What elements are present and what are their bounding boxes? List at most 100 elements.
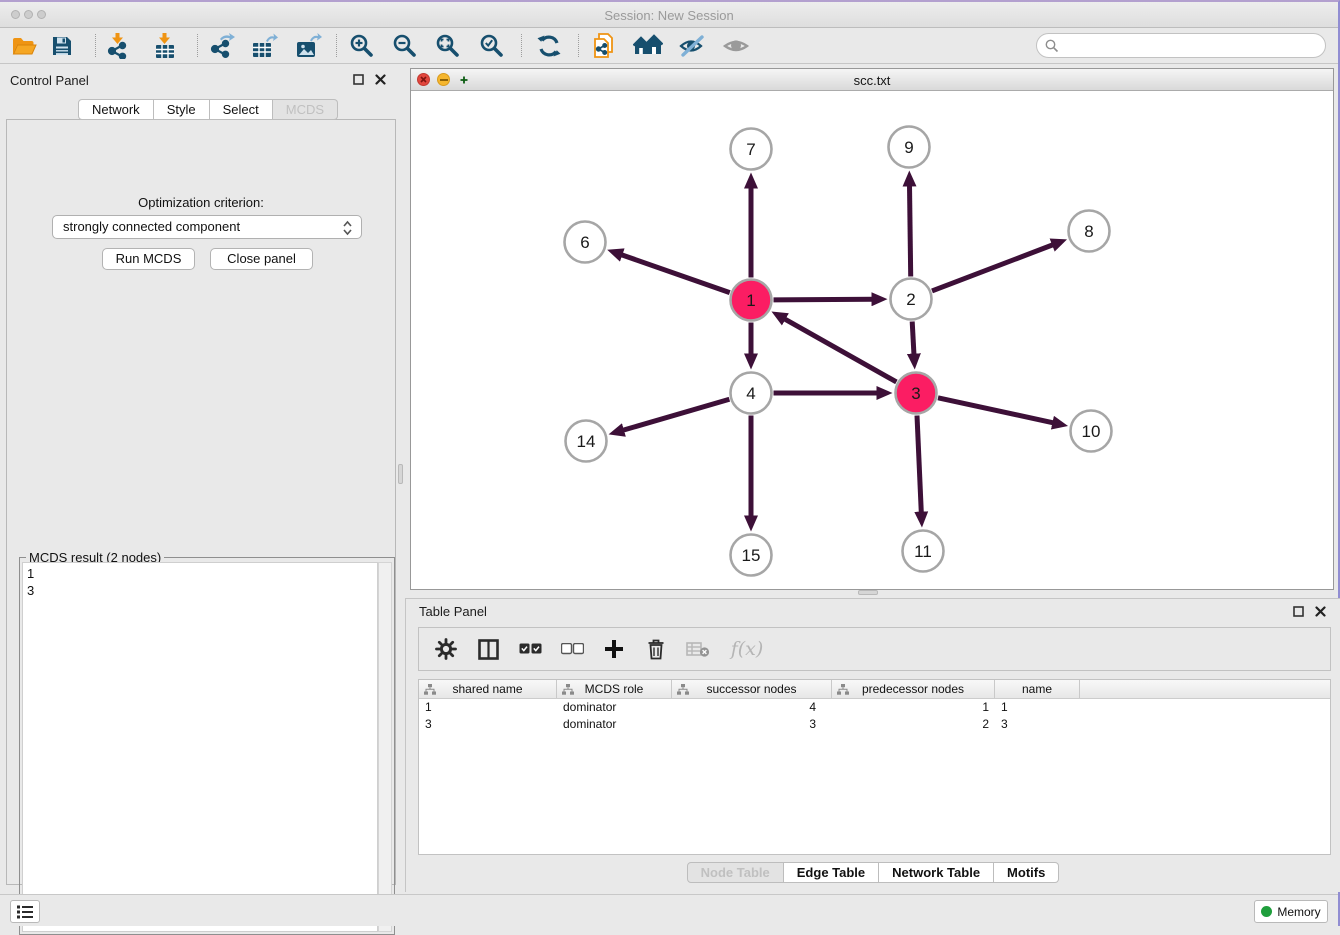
table-cell[interactable]: 3 (995, 716, 1080, 733)
mcds-result-textarea[interactable]: 1 3 (22, 562, 378, 932)
import-table-button[interactable] (147, 31, 183, 61)
mcds-result-group: MCDS result (2 nodes) 1 3 (19, 557, 395, 935)
graph-node-2[interactable]: 2 (891, 279, 932, 320)
graph-node-10[interactable]: 10 (1071, 411, 1112, 452)
edge-3-1[interactable] (784, 318, 897, 382)
table-cell[interactable]: 3 (419, 716, 557, 733)
zoom-fit-button[interactable] (430, 31, 466, 61)
save-session-button[interactable] (44, 31, 80, 61)
table-cell[interactable]: dominator (557, 716, 672, 733)
open-session-button[interactable] (6, 31, 42, 61)
edge-2-8[interactable] (932, 244, 1054, 291)
column-header-successor-nodes[interactable]: successor nodes (672, 680, 832, 698)
show-all-networks-button[interactable] (630, 31, 666, 61)
import-network-button[interactable] (100, 31, 136, 61)
table-body: 1dominator4113dominator323 (419, 699, 1330, 733)
node-label-7: 7 (746, 140, 755, 159)
zoom-in-icon (349, 33, 375, 59)
clone-network-button[interactable] (586, 31, 622, 61)
optimization-criterion-label: Optimization criterion: (7, 195, 395, 210)
edge-3-10[interactable] (938, 398, 1054, 423)
table-cell[interactable]: 2 (832, 716, 995, 733)
task-history-button[interactable] (10, 900, 40, 923)
column-header-shared-name[interactable]: shared name (419, 680, 557, 698)
checked-boxes-icon (519, 643, 542, 655)
table-settings-button[interactable] (433, 636, 459, 662)
unselect-all-columns-button[interactable] (559, 636, 585, 662)
edge-3-11[interactable] (917, 415, 921, 513)
tab-style[interactable]: Style (154, 99, 210, 120)
import-table-icon (152, 33, 178, 59)
tab-mcds[interactable]: MCDS (273, 99, 338, 120)
graph-node-14[interactable]: 14 (566, 421, 607, 462)
edge-2-3[interactable] (912, 321, 914, 355)
refresh-button[interactable] (531, 31, 567, 61)
panel-divider-grip[interactable] (398, 464, 403, 484)
show-columns-button[interactable] (475, 636, 501, 662)
table-cell[interactable]: 3 (672, 716, 832, 733)
table-cell[interactable]: 4 (672, 699, 832, 716)
tab-edge-table[interactable]: Edge Table (784, 862, 879, 883)
tab-network[interactable]: Network (78, 99, 154, 120)
table-cell[interactable]: dominator (557, 699, 672, 716)
control-panel-float-button[interactable] (350, 71, 366, 87)
graph-node-1[interactable]: 1 (731, 280, 772, 321)
memory-button[interactable]: Memory (1254, 900, 1328, 923)
zoom-out-button[interactable] (387, 31, 423, 61)
tab-motifs[interactable]: Motifs (994, 862, 1059, 883)
table-cell[interactable]: 1 (419, 699, 557, 716)
column-header-predecessor-nodes[interactable]: predecessor nodes (832, 680, 995, 698)
edge-1-2[interactable] (773, 299, 873, 300)
table-row-1[interactable]: 3dominator323 (419, 716, 1330, 733)
houses-icon (633, 34, 663, 58)
table-cell[interactable]: 1 (832, 699, 995, 716)
edge-1-6[interactable] (620, 254, 729, 292)
mcds-result-scrollbar[interactable] (378, 562, 392, 932)
edge-2-9[interactable] (909, 184, 910, 276)
tab-node-table[interactable]: Node Table (687, 862, 784, 883)
graph-node-4[interactable]: 4 (731, 373, 772, 414)
graph-node-9[interactable]: 9 (889, 127, 930, 168)
delete-row-button[interactable] (643, 636, 669, 662)
import-network-icon (105, 33, 131, 59)
zoom-selected-button[interactable] (474, 31, 510, 61)
column-header-name[interactable]: name (995, 680, 1080, 698)
table-cell[interactable]: 1 (995, 699, 1080, 716)
run-mcds-button[interactable]: Run MCDS (102, 248, 195, 270)
control-panel-close-button[interactable] (372, 71, 388, 87)
graph-node-11[interactable]: 11 (903, 531, 944, 572)
search-field[interactable] (1036, 33, 1326, 58)
export-network-button[interactable] (204, 31, 240, 61)
hierarchy-icon (677, 684, 689, 698)
column-header-MCDS-role[interactable]: MCDS role (557, 680, 672, 698)
tab-network-table[interactable]: Network Table (879, 862, 994, 883)
network-graph-canvas[interactable]: 7 9 6 8 1 2 4 3 14 10 15 11 (411, 91, 1333, 589)
export-table-button[interactable] (246, 31, 282, 61)
table-panel-float-button[interactable] (1290, 603, 1306, 619)
zoom-in-button[interactable] (344, 31, 380, 61)
edge-4-14[interactable] (622, 399, 729, 430)
node-table[interactable]: shared nameMCDS rolesuccessor nodesprede… (418, 679, 1331, 855)
show-selected-button[interactable] (718, 31, 754, 61)
unchecked-boxes-icon (561, 643, 584, 655)
graph-node-15[interactable]: 15 (731, 535, 772, 576)
hide-selected-button[interactable] (674, 31, 710, 61)
export-image-button[interactable] (290, 31, 326, 61)
optimization-select[interactable]: strongly connected component (52, 215, 362, 239)
graph-node-7[interactable]: 7 (731, 129, 772, 170)
panel-divider-grip-horizontal[interactable] (858, 590, 878, 595)
graph-node-8[interactable]: 8 (1069, 211, 1110, 252)
add-row-button[interactable] (601, 636, 627, 662)
toolbar-separator (336, 34, 337, 57)
graph-node-3[interactable]: 3 (896, 373, 937, 414)
table-panel-close-button[interactable] (1312, 603, 1328, 619)
search-input[interactable] (1036, 33, 1326, 58)
select-all-columns-button[interactable] (517, 636, 543, 662)
tab-select[interactable]: Select (210, 99, 273, 120)
node-label-8: 8 (1084, 222, 1093, 241)
export-network-icon (209, 33, 235, 59)
table-row-0[interactable]: 1dominator411 (419, 699, 1330, 716)
eye-slash-icon (678, 34, 706, 58)
graph-node-6[interactable]: 6 (565, 222, 606, 263)
close-panel-button[interactable]: Close panel (210, 248, 313, 270)
